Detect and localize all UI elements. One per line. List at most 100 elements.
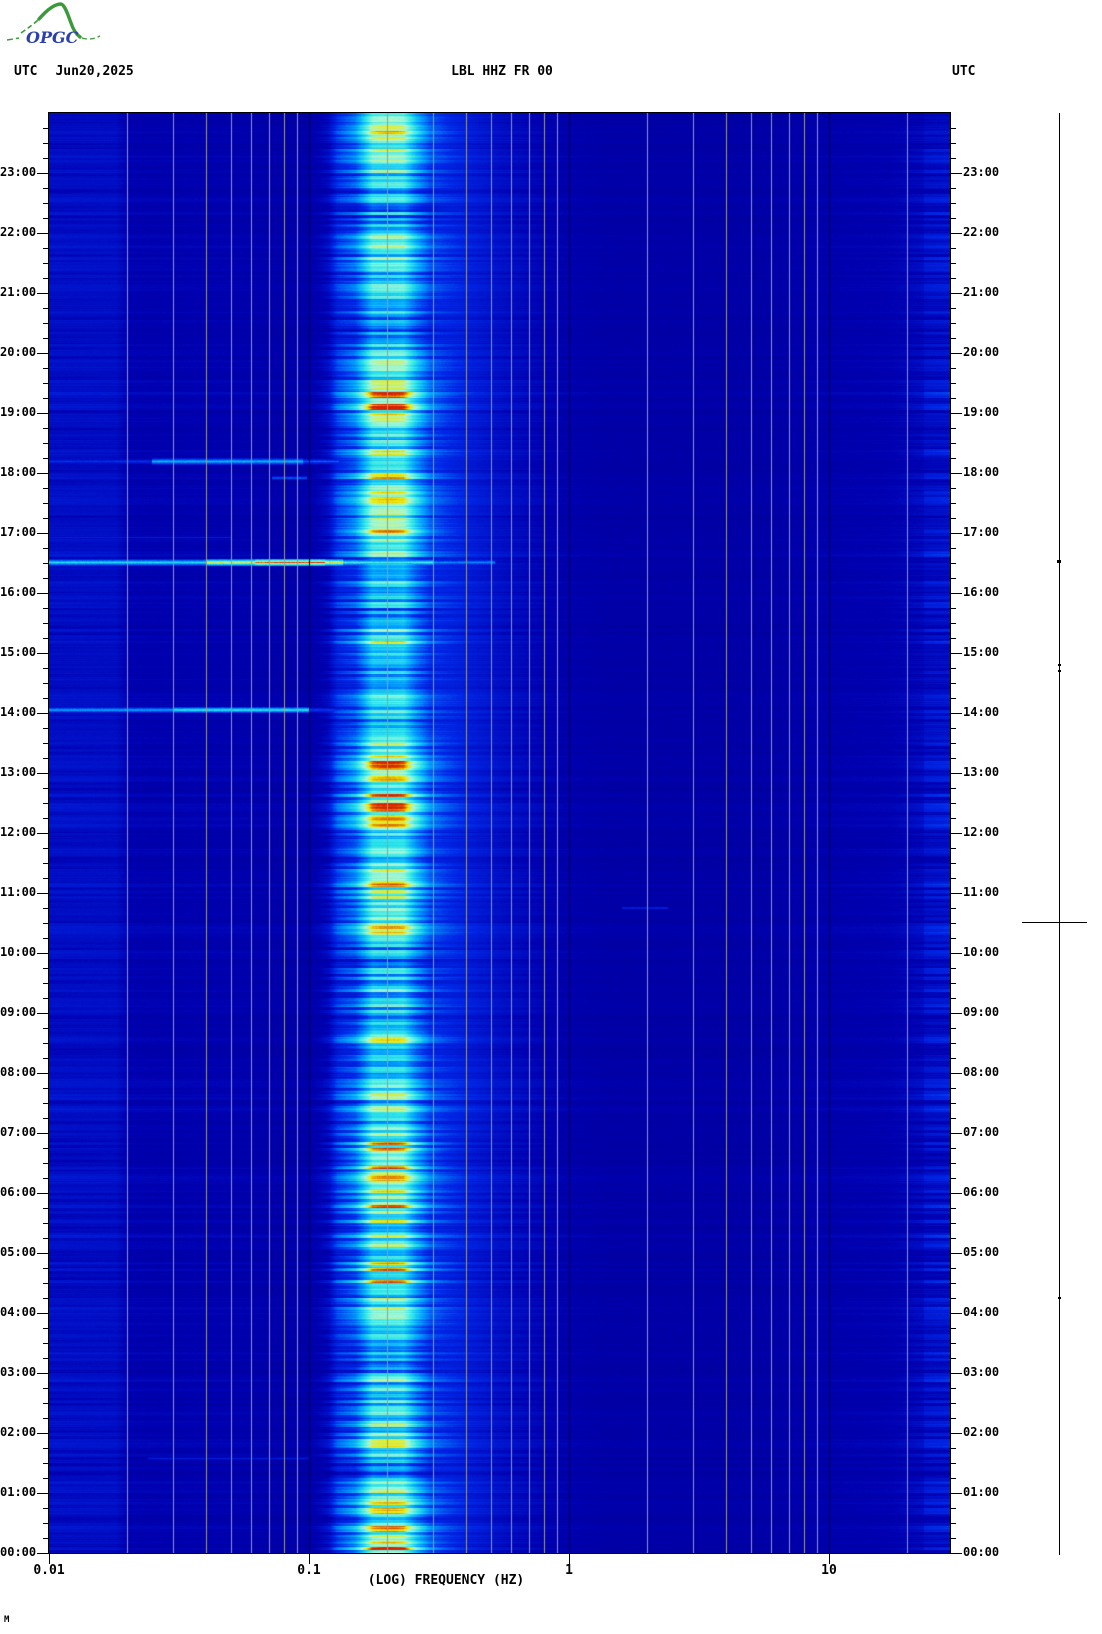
- y-axis-label-left: 21:00: [0, 285, 37, 299]
- y-tick-left: [37, 473, 49, 474]
- y-tick-right: [950, 1418, 956, 1419]
- logo-ridge-dash-left: [6, 37, 20, 41]
- y-tick-left: [43, 1343, 49, 1344]
- x-axis-tick-label: 0.01: [33, 1563, 65, 1578]
- y-tick-left: [43, 143, 49, 144]
- y-axis-label-left: 11:00: [0, 885, 37, 899]
- y-tick-right: [950, 518, 956, 519]
- y-tick-left: [37, 1553, 49, 1554]
- y-tick-right: [950, 398, 956, 399]
- y-tick-left: [43, 1538, 49, 1539]
- y-tick-left: [43, 563, 49, 564]
- y-tick-right: [950, 1043, 956, 1044]
- y-axis-label-right: 23:00: [963, 165, 1000, 179]
- y-tick-right: [950, 1283, 956, 1284]
- y-tick-right: [950, 1058, 956, 1059]
- y-tick-left: [43, 743, 49, 744]
- y-tick-left: [37, 893, 49, 894]
- y-tick-right: [950, 218, 956, 219]
- y-tick-right: [950, 428, 956, 429]
- y-tick-left: [43, 698, 49, 699]
- y-axis-label-left: 07:00: [0, 1125, 37, 1139]
- y-tick-left: [43, 518, 49, 519]
- y-tick-left: [43, 923, 49, 924]
- y-tick-left: [43, 848, 49, 849]
- y-tick-left: [43, 248, 49, 249]
- y-tick-right: [950, 458, 956, 459]
- y-axis-label-left: 14:00: [0, 705, 37, 719]
- y-tick-right: [950, 263, 956, 264]
- y-axis-label-right: 14:00: [963, 705, 1000, 719]
- y-tick-left: [37, 533, 49, 534]
- y-tick-left: [43, 1043, 49, 1044]
- y-tick-left: [43, 428, 49, 429]
- y-tick-left: [43, 1463, 49, 1464]
- y-tick-left: [37, 1073, 49, 1074]
- y-tick-right: [950, 1163, 956, 1164]
- y-tick-right: [950, 983, 956, 984]
- y-axis-label-left: 01:00: [0, 1485, 37, 1499]
- y-tick-right: [950, 1133, 962, 1134]
- y-tick-right: [950, 128, 956, 129]
- y-tick-right: [950, 488, 956, 489]
- y-tick-right: [950, 788, 956, 789]
- y-tick-right: [950, 338, 956, 339]
- y-tick-right: [950, 533, 962, 534]
- y-tick-right: [950, 368, 956, 369]
- y-tick-right: [950, 383, 956, 384]
- y-tick-right: [950, 233, 962, 234]
- y-tick-left: [43, 278, 49, 279]
- y-tick-left: [43, 1448, 49, 1449]
- y-tick-left: [43, 458, 49, 459]
- y-axis-label-left: 00:00: [0, 1545, 37, 1559]
- y-tick-left: [43, 758, 49, 759]
- y-tick-right: [950, 1073, 962, 1074]
- y-tick-left: [37, 953, 49, 954]
- y-axis-label-right: 20:00: [963, 345, 1000, 359]
- y-axis-label-left: 10:00: [0, 945, 37, 959]
- y-tick-right: [950, 1538, 956, 1539]
- spectrogram-frame: [48, 112, 951, 1554]
- y-axis-label-right: 19:00: [963, 405, 1000, 419]
- y-tick-left: [43, 218, 49, 219]
- y-tick-left: [43, 1403, 49, 1404]
- y-axis-label-right: 22:00: [963, 225, 1000, 239]
- amplitude-trace-mark: [1057, 560, 1061, 563]
- y-tick-left: [37, 1133, 49, 1134]
- y-tick-left: [43, 863, 49, 864]
- y-tick-right: [950, 758, 956, 759]
- y-tick-left: [43, 308, 49, 309]
- y-axis-label-right: 13:00: [963, 765, 1000, 779]
- y-axis-label-left: 03:00: [0, 1365, 37, 1379]
- y-tick-right: [950, 173, 962, 174]
- amplitude-trace-mark: [1058, 1297, 1061, 1299]
- y-tick-right: [950, 1088, 956, 1089]
- spectrogram-canvas: [49, 113, 950, 1553]
- y-axis-label-left: 06:00: [0, 1185, 37, 1199]
- y-tick-right: [950, 938, 956, 939]
- y-tick-left: [37, 593, 49, 594]
- y-tick-left: [43, 968, 49, 969]
- y-tick-right: [950, 863, 956, 864]
- date-label: Jun20,2025: [55, 64, 134, 79]
- y-tick-right: [950, 1253, 962, 1254]
- y-tick-left: [43, 128, 49, 129]
- y-tick-left: [43, 398, 49, 399]
- x-axis-tick-label: 1: [565, 1563, 573, 1578]
- y-tick-right: [950, 443, 956, 444]
- y-tick-right: [950, 1358, 956, 1359]
- y-tick-right: [950, 1298, 956, 1299]
- y-tick-right: [950, 473, 962, 474]
- y-axis-label-left: 16:00: [0, 585, 37, 599]
- y-tick-right: [950, 698, 956, 699]
- y-tick-left: [43, 668, 49, 669]
- y-tick-right: [950, 623, 956, 624]
- y-tick-left: [43, 1028, 49, 1029]
- y-tick-left: [37, 1253, 49, 1254]
- y-tick-right: [950, 833, 962, 834]
- y-axis-label-left: 22:00: [0, 225, 37, 239]
- y-tick-left: [37, 653, 49, 654]
- y-axis-label-left: 13:00: [0, 765, 37, 779]
- y-tick-left: [37, 1313, 49, 1314]
- y-axis-label-right: 16:00: [963, 585, 1000, 599]
